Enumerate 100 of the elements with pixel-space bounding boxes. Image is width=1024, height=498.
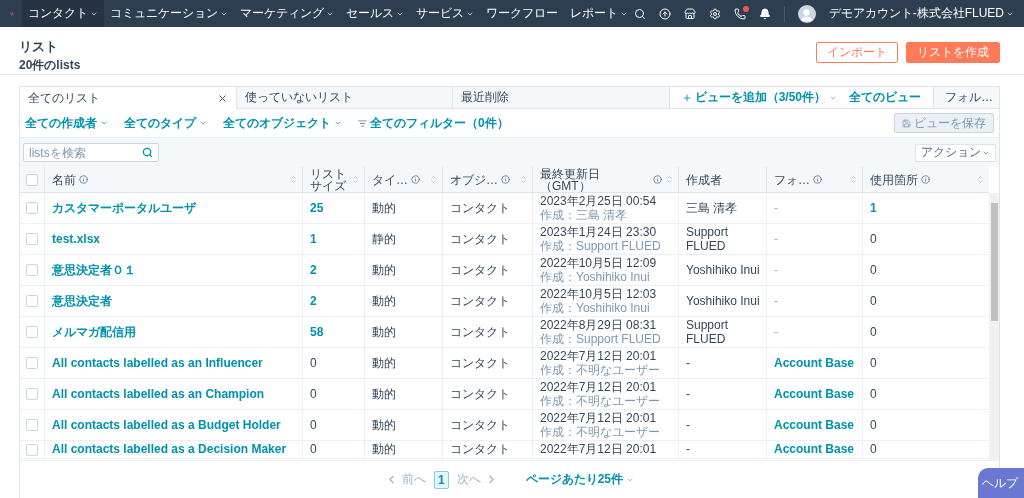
row-checkbox[interactable] xyxy=(26,295,38,307)
updated-date: 2023年2月25日 00:54 xyxy=(540,193,658,208)
list-name-link[interactable]: All contacts labelled as an Champion xyxy=(52,386,298,402)
page-number[interactable]: 1 xyxy=(433,470,449,489)
row-checkbox[interactable] xyxy=(26,443,38,456)
usage-count: 0 xyxy=(870,386,878,402)
filter-dropdown[interactable]: 全てのタイプ xyxy=(124,114,207,132)
sort-icon[interactable] xyxy=(519,175,528,184)
column-header[interactable]: フォ… xyxy=(766,167,862,192)
list-size[interactable]: 2 xyxy=(310,293,360,309)
folder-name: - xyxy=(774,231,779,247)
save-view-button[interactable]: ビューを保存 xyxy=(894,113,994,133)
info-icon[interactable] xyxy=(921,175,930,184)
row-checkbox[interactable] xyxy=(26,264,38,276)
settings-button[interactable] xyxy=(708,7,721,20)
create-list-button[interactable]: リストを作成 xyxy=(906,42,1000,63)
nav-menu-item[interactable]: サービス xyxy=(409,0,480,27)
updated-date: 2022年8月29日 08:31 xyxy=(540,317,658,332)
usage-count: 0 xyxy=(870,231,878,247)
nav-menu-item[interactable]: コンタクト xyxy=(21,0,104,27)
column-header[interactable]: 名前 xyxy=(44,167,302,192)
select-all-checkbox[interactable] xyxy=(26,173,38,186)
info-icon[interactable] xyxy=(501,175,510,184)
filter-dropdown[interactable]: 全ての作成者 xyxy=(25,114,108,132)
sort-icon[interactable] xyxy=(429,175,438,184)
list-size[interactable]: 2 xyxy=(310,262,360,278)
author-name: Yoshihiko Inui xyxy=(686,262,761,278)
store-button[interactable] xyxy=(683,7,696,20)
help-button[interactable]: ヘルプ xyxy=(978,468,1024,498)
column-header[interactable]: オブジ… xyxy=(442,167,532,192)
column-header[interactable]: 使用箇所 xyxy=(862,167,989,192)
list-name-link[interactable]: カスタマーポータルユーザ xyxy=(52,200,298,216)
upgrade-button[interactable] xyxy=(658,7,671,20)
list-name-link[interactable]: 意思決定者０１ xyxy=(52,262,298,278)
info-icon[interactable] xyxy=(79,175,88,184)
row-checkbox[interactable] xyxy=(26,388,38,400)
nav-menu-item[interactable]: ワークフロー xyxy=(479,0,564,27)
store-icon xyxy=(683,7,696,20)
row-checkbox[interactable] xyxy=(26,419,38,431)
info-icon[interactable] xyxy=(653,175,662,184)
usage-count: 0 xyxy=(870,324,878,340)
row-checkbox[interactable] xyxy=(26,326,38,338)
filter-dropdown[interactable]: 全てのオブジェクト xyxy=(223,114,342,132)
search-button[interactable] xyxy=(633,7,646,20)
folder-name[interactable]: Account Base xyxy=(774,386,858,402)
usage-count[interactable]: 1 xyxy=(870,200,985,216)
list-name-link[interactable]: メルマガ配信用 xyxy=(52,324,298,340)
scrollbar[interactable] xyxy=(989,193,999,460)
column-header[interactable]: タイ… xyxy=(364,167,442,192)
info-icon[interactable] xyxy=(813,175,822,184)
column-header[interactable]: 最終更新日（GMT） xyxy=(532,167,678,192)
bell-button[interactable] xyxy=(758,7,771,20)
previous-page-button[interactable]: 前へ xyxy=(384,471,426,488)
avatar[interactable] xyxy=(797,4,816,23)
view-tab[interactable]: 使っていないリスト xyxy=(236,87,454,109)
row-checkbox[interactable] xyxy=(26,202,38,214)
per-page-dropdown[interactable]: ページあたり25件 xyxy=(525,471,634,488)
row-checkbox[interactable] xyxy=(26,357,38,369)
nav-menu-item[interactable]: レポート xyxy=(563,0,634,27)
usage-count: 0 xyxy=(870,293,878,309)
row-checkbox[interactable] xyxy=(26,233,38,245)
sort-icon[interactable] xyxy=(665,175,674,184)
filter-dropdown[interactable]: 全てのフィルター（0件） xyxy=(358,114,509,132)
sort-icon[interactable] xyxy=(976,175,985,184)
info-icon[interactable] xyxy=(411,175,420,184)
folders-tab[interactable]: フォル… xyxy=(933,87,999,108)
list-size[interactable]: 25 xyxy=(310,200,360,216)
add-view-link[interactable]: ビューを追加（3/50件） xyxy=(681,89,837,106)
object-type: コンタクト xyxy=(450,231,511,247)
account-menu[interactable]: デモアカウント-株式会社FLUED xyxy=(828,5,1014,22)
next-page-button[interactable]: 次へ xyxy=(456,471,498,488)
list-size[interactable]: 58 xyxy=(310,324,360,340)
sort-icon[interactable] xyxy=(849,175,858,184)
list-name-link[interactable]: 意思決定者 xyxy=(52,293,298,309)
created-by: 作成：Support FLUED xyxy=(540,332,662,347)
list-name-link[interactable]: All contacts labelled as a Decision Maker xyxy=(52,442,298,457)
list-type: 動的 xyxy=(372,386,397,402)
caret-icon xyxy=(334,119,342,127)
nav-menu-item[interactable]: マーケティング xyxy=(233,0,340,27)
nav-menu-item[interactable]: セールス xyxy=(339,0,410,27)
folder-name[interactable]: Account Base xyxy=(774,355,858,371)
sort-icon[interactable] xyxy=(289,175,298,184)
folder-name[interactable]: Account Base xyxy=(774,442,858,457)
actions-dropdown[interactable]: アクション xyxy=(915,143,996,162)
view-tab[interactable]: 最近削除 xyxy=(453,87,670,109)
nav-menu-item[interactable]: コミュニケーション xyxy=(103,0,234,27)
list-name-link[interactable]: All contacts labelled as a Budget Holder xyxy=(52,417,298,433)
list-size[interactable]: 1 xyxy=(310,231,360,247)
list-name-link[interactable]: All contacts labelled as an Influencer xyxy=(52,355,298,371)
list-name-link[interactable]: test.xlsx xyxy=(52,231,298,247)
column-header[interactable]: リストサイズ xyxy=(302,167,364,192)
all-views-link[interactable]: 全てのビュー xyxy=(849,89,921,106)
search-field[interactable]: listsを検索 xyxy=(23,143,159,162)
column-header[interactable]: 作成者 xyxy=(678,167,766,192)
folder-name[interactable]: Account Base xyxy=(774,417,858,433)
import-button[interactable]: インポート xyxy=(816,42,898,63)
phone-button[interactable] xyxy=(733,7,746,20)
folder-name: - xyxy=(774,200,779,216)
sort-icon[interactable] xyxy=(351,175,360,184)
author-name: - xyxy=(686,417,691,433)
